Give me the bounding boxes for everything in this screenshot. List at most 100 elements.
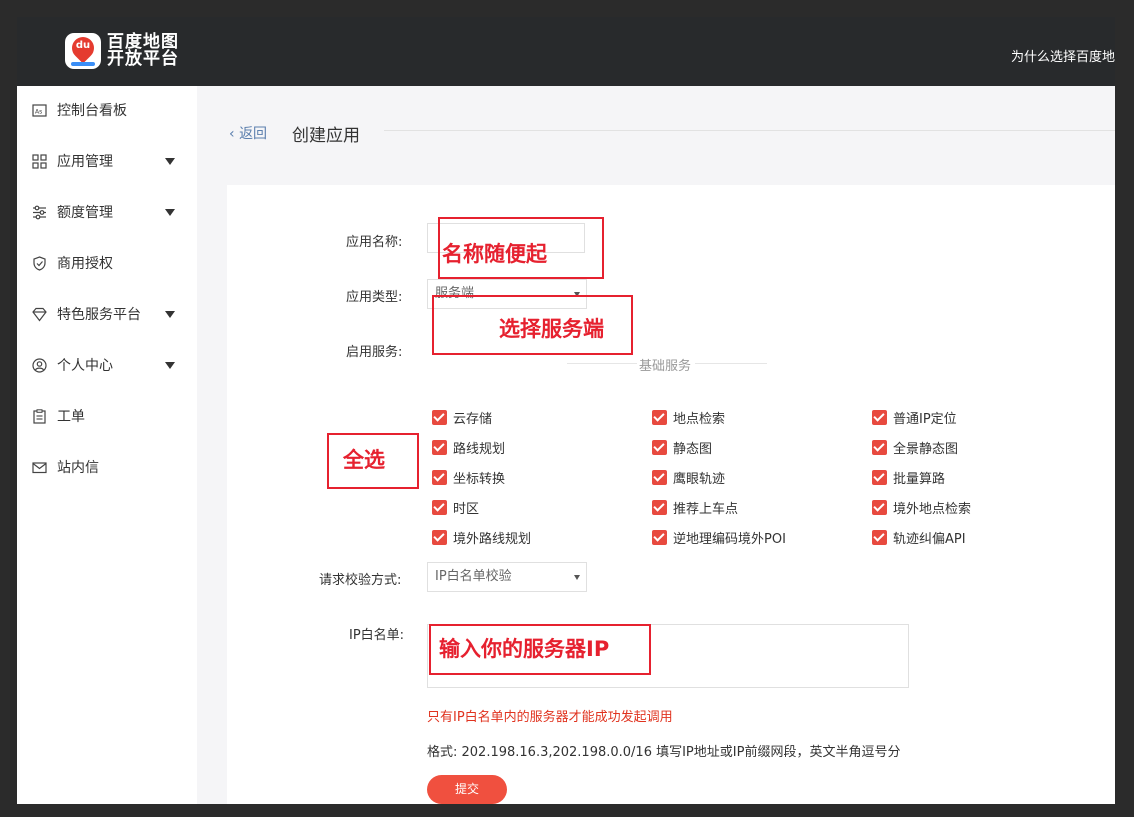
sidebar-item-label: 站内信: [57, 460, 99, 476]
service-checkbox[interactable]: 推荐上车点: [652, 498, 738, 517]
app-frame: du 百度地图 开放平台 为什么选择百度地 As 控制台看板 应用管理 额度管理: [17, 17, 1115, 804]
checkbox-checked-icon: [652, 440, 667, 455]
sliders-icon: [33, 205, 46, 219]
service-label: 推荐上车点: [673, 502, 739, 517]
diamond-icon: [32, 307, 47, 321]
checkbox-checked-icon: [432, 530, 447, 545]
caret-down-icon: [165, 361, 175, 369]
service-label: 批量算路: [893, 472, 946, 487]
app-type-label: 应用类型:: [346, 290, 403, 305]
back-link[interactable]: ‹ 返回: [229, 123, 267, 143]
logo-text: 百度地图 开放平台: [107, 34, 179, 68]
service-label: 境外地点检索: [893, 502, 972, 517]
section-divider-right: [695, 363, 767, 364]
service-label: 静态图: [673, 442, 713, 457]
checkbox-checked-icon: [872, 470, 887, 485]
sidebar-item-label: 额度管理: [57, 205, 113, 221]
logo[interactable]: du 百度地图 开放平台: [65, 32, 179, 69]
service-label: 轨迹纠偏API: [893, 532, 966, 547]
app-name-label: 应用名称:: [346, 235, 403, 250]
sidebar-item-label: 商用授权: [57, 256, 113, 272]
checkbox-checked-icon: [652, 530, 667, 545]
annotation-ip: 输入你的服务器IP: [439, 637, 610, 661]
sidebar-item-quota-management[interactable]: 额度管理: [17, 197, 197, 227]
service-checkbox[interactable]: 批量算路: [872, 468, 945, 487]
service-checkbox[interactable]: 地点检索: [652, 408, 725, 427]
service-label: 逆地理编码境外POI: [673, 532, 786, 547]
checkbox-checked-icon: [872, 440, 887, 455]
service-label: 时区: [453, 502, 480, 517]
top-navbar: du 百度地图 开放平台 为什么选择百度地: [17, 17, 1115, 86]
services-section-title: 基础服务: [639, 359, 692, 374]
annotation-name: 名称随便起: [442, 242, 547, 266]
annotation-select-all: 全选: [343, 448, 385, 472]
logo-line2: 开放平台: [107, 49, 179, 69]
verify-method-select[interactable]: IP白名单校验: [427, 562, 587, 592]
sidebar-item-tickets[interactable]: 工单: [17, 401, 197, 431]
services-label: 启用服务:: [346, 345, 403, 360]
create-app-form: 应用名称: 应用类型: 服务端 启用服务: 基础服务 云存储 地点检索 普通IP…: [227, 185, 1115, 804]
sidebar-item-label: 应用管理: [57, 154, 113, 170]
whitelist-warning: 只有IP白名单内的服务器才能成功发起调用: [427, 710, 673, 725]
service-label: 路线规划: [453, 442, 506, 457]
service-checkbox[interactable]: 境外路线规划: [432, 528, 531, 547]
service-checkbox[interactable]: 时区: [432, 498, 479, 517]
sidebar-item-inbox[interactable]: 站内信: [17, 452, 197, 482]
sidebar-item-label: 个人中心: [57, 358, 113, 374]
grid-icon: [32, 153, 47, 169]
service-label: 地点检索: [673, 412, 726, 427]
sidebar-item-label: 工单: [57, 409, 85, 425]
service-label: 全景静态图: [893, 442, 959, 457]
sidebar: As 控制台看板 应用管理 额度管理 商用授权 特色服务平台 个人中心 工单 站…: [17, 86, 197, 804]
checkbox-checked-icon: [652, 500, 667, 515]
service-label: 鹰眼轨迹: [673, 472, 726, 487]
service-label: 普通IP定位: [893, 412, 957, 427]
service-label: 云存储: [453, 412, 493, 427]
shield-icon: [33, 255, 46, 271]
back-link-label: 返回: [239, 126, 268, 142]
caret-down-icon: [165, 208, 175, 216]
clipboard-icon: [33, 408, 46, 424]
caret-down-icon: [165, 310, 175, 318]
verify-method-value: IP白名单校验: [435, 569, 512, 584]
service-checkbox[interactable]: 坐标转换: [432, 468, 505, 487]
service-checkbox[interactable]: 轨迹纠偏API: [872, 528, 966, 547]
sidebar-item-special-services[interactable]: 特色服务平台: [17, 299, 197, 329]
section-divider-left: [567, 363, 637, 364]
service-checkbox[interactable]: 全景静态图: [872, 438, 958, 457]
checkbox-checked-icon: [432, 410, 447, 425]
caret-down-icon: [165, 157, 175, 165]
whitelist-format-hint: 格式: 202.198.16.3,202.198.0.0/16 填写IP地址或I…: [427, 745, 901, 760]
baidu-map-logo-icon: du: [65, 32, 101, 69]
sidebar-item-personal-center[interactable]: 个人中心: [17, 350, 197, 380]
service-checkbox[interactable]: 静态图: [652, 438, 712, 457]
sidebar-item-dashboard[interactable]: As 控制台看板: [17, 95, 197, 125]
service-label: 境外路线规划: [453, 532, 532, 547]
why-choose-link[interactable]: 为什么选择百度地: [1011, 46, 1115, 65]
checkbox-checked-icon: [872, 500, 887, 515]
submit-button[interactable]: 提交: [427, 775, 507, 804]
service-checkbox[interactable]: 云存储: [432, 408, 492, 427]
page-title: 创建应用: [292, 126, 360, 146]
title-divider: [384, 130, 1115, 131]
checkbox-checked-icon: [652, 470, 667, 485]
service-checkbox[interactable]: 境外地点检索: [872, 498, 971, 517]
service-checkbox[interactable]: 逆地理编码境外POI: [652, 528, 786, 547]
checkbox-checked-icon: [652, 410, 667, 425]
ip-whitelist-label: IP白名单:: [349, 628, 405, 643]
service-checkbox[interactable]: 鹰眼轨迹: [652, 468, 725, 487]
service-label: 坐标转换: [453, 472, 506, 487]
sidebar-item-label: 特色服务平台: [57, 307, 141, 323]
service-checkbox[interactable]: 路线规划: [432, 438, 505, 457]
chevron-down-icon: [574, 575, 580, 580]
mail-icon: [32, 461, 47, 473]
sidebar-item-commercial-license[interactable]: 商用授权: [17, 248, 197, 278]
sidebar-item-app-management[interactable]: 应用管理: [17, 146, 197, 176]
service-checkbox[interactable]: 普通IP定位: [872, 408, 957, 427]
verify-method-label: 请求校验方式:: [319, 573, 402, 588]
dashboard-icon: As: [32, 103, 47, 117]
user-circle-icon: [32, 357, 47, 373]
svg-text:As: As: [35, 108, 42, 115]
checkbox-checked-icon: [432, 500, 447, 515]
checkbox-checked-icon: [872, 410, 887, 425]
